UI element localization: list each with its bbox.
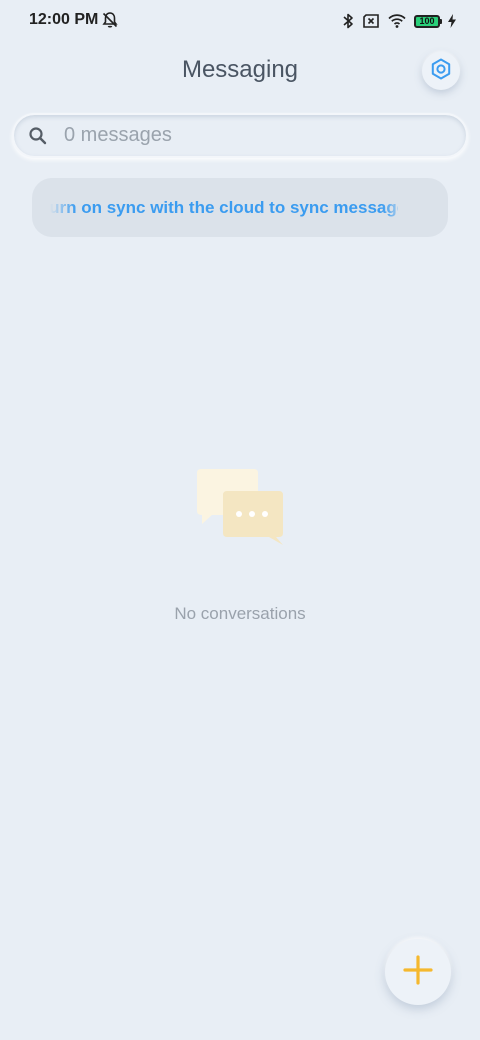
wifi-icon	[388, 13, 406, 29]
fade-right	[382, 178, 408, 237]
plus-icon	[402, 954, 434, 991]
sync-banner[interactable]: Turn on sync with the cloud to sync mess…	[32, 178, 448, 237]
battery-level: 100	[419, 15, 435, 26]
search-icon	[28, 126, 48, 146]
page-title: Messaging	[181, 56, 299, 83]
new-message-button[interactable]	[385, 939, 451, 1005]
settings-button[interactable]	[422, 52, 460, 90]
bluetooth-icon	[342, 12, 354, 30]
sim-off-icon	[362, 13, 380, 29]
status-bar: 12:00 PM 100	[0, 0, 480, 42]
empty-state-text: No conversations	[174, 604, 306, 623]
chat-bubbles-icon	[194, 466, 286, 548]
settings-icon	[429, 57, 453, 86]
alarm-off-icon	[101, 11, 119, 29]
charging-icon	[448, 14, 456, 28]
status-time: 12:00 PM	[29, 11, 99, 28]
fade-left	[50, 178, 76, 237]
status-icons: 100	[342, 11, 456, 31]
battery-icon: 100	[414, 14, 442, 28]
sync-banner-text: Turn on sync with the cloud to sync mess…	[50, 198, 398, 217]
search-bar[interactable]	[12, 113, 468, 158]
search-input[interactable]	[62, 123, 426, 148]
